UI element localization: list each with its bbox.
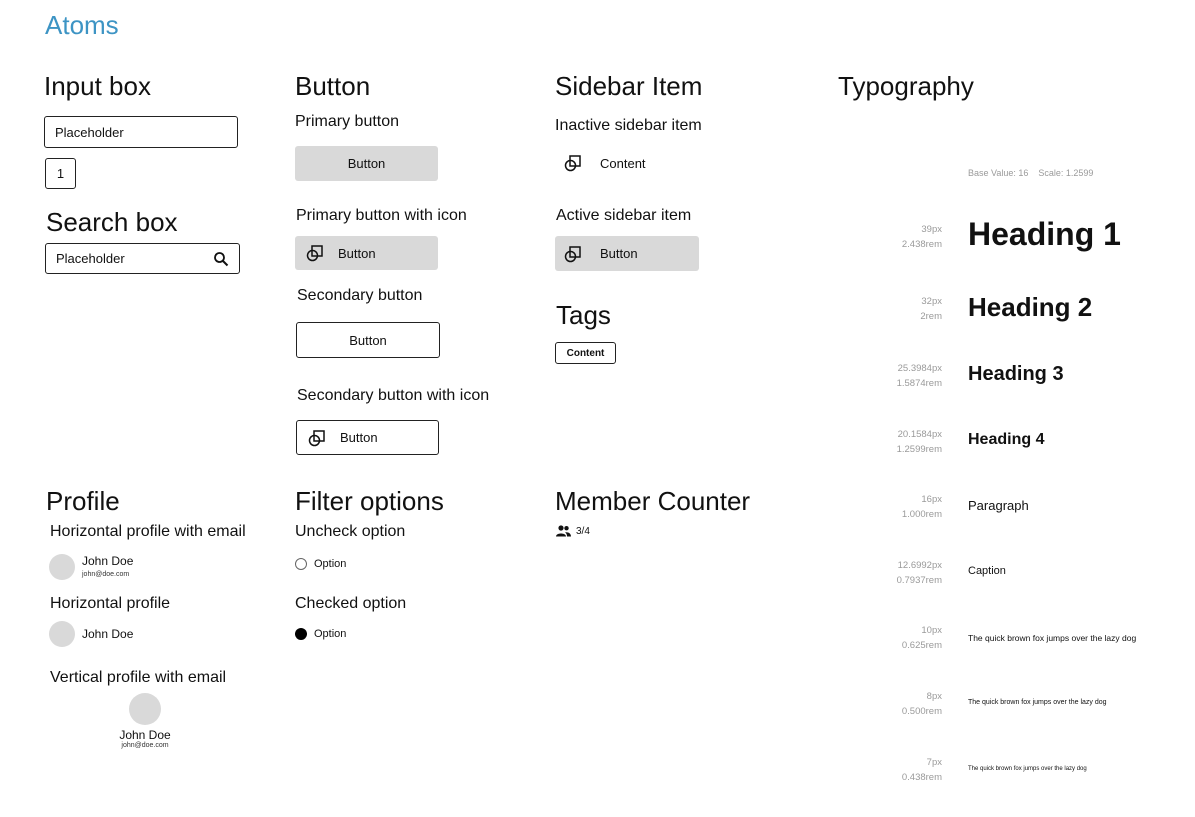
secondary-icon-button[interactable]: Button [296, 420, 439, 455]
secondary-button-label: Secondary button [297, 287, 423, 304]
typography-sample-h1: Heading 1 [968, 216, 1121, 252]
input-box-title: Input box [44, 71, 151, 101]
typography-sample-7px: The quick brown fox jumps over the lazy … [968, 766, 1087, 772]
typography-title: Typography [838, 71, 974, 101]
typography-size-8px: 8px 0.500rem [901, 691, 942, 717]
primary-button[interactable]: Button [295, 146, 438, 181]
profile-title: Profile [46, 486, 120, 516]
primary-icon-button[interactable]: Button [295, 236, 438, 270]
member-counter: 3/4 [556, 525, 590, 537]
primary-icon-button-label: Primary button with icon [296, 207, 467, 224]
primary-button-label: Primary button [295, 113, 400, 130]
typography-size-h1: 39px 2.438rem [901, 224, 942, 250]
typography-sample-8px: The quick brown fox jumps over the lazy … [968, 699, 1107, 706]
primary-button-text: Button [347, 156, 386, 171]
secondary-button[interactable]: Button [296, 322, 440, 358]
typography-size-paragraph: 16px 1.000rem [901, 494, 942, 520]
text-input[interactable]: Placeholder [44, 116, 238, 148]
avatar[interactable] [49, 621, 75, 647]
search-input-placeholder: Placeholder [56, 251, 125, 266]
typography-base-info: Base Value: 16 Scale: 1.2599 [968, 168, 1094, 178]
avatar[interactable] [129, 693, 161, 725]
checked-option-label: Checked option [295, 595, 407, 612]
inactive-sidebar-label: Inactive sidebar item [555, 117, 702, 134]
radio-unchecked-label: Option [314, 558, 347, 570]
typography-size-caption: 12.6992px 0.7937rem [896, 560, 942, 586]
sidebar-item-inactive-label: Content [600, 155, 646, 171]
search-icon[interactable] [213, 251, 229, 267]
typography-sample-h2: Heading 2 [968, 292, 1093, 322]
people-icon [556, 525, 571, 537]
uncheck-option-label: Uncheck option [295, 523, 406, 540]
horizontal-profile-label: Horizontal profile [50, 595, 171, 612]
profile-name: John Doe [82, 627, 134, 641]
vertical-profile-email-label: Vertical profile with email [50, 669, 227, 686]
active-sidebar-label: Active sidebar item [556, 207, 692, 224]
tag[interactable]: Content [555, 342, 616, 364]
typography-sample-caption: Caption [968, 565, 1006, 577]
shape-icon [564, 245, 582, 263]
shape-icon [308, 429, 326, 447]
button-title: Button [295, 71, 371, 101]
tag-label: Content [566, 347, 605, 359]
sidebar-item-title: Sidebar Item [555, 71, 703, 101]
member-counter-title: Member Counter [555, 486, 751, 516]
avatar[interactable] [49, 554, 75, 580]
sidebar-item-active-label: Button [600, 246, 638, 261]
secondary-button-text: Button [349, 332, 387, 348]
primary-icon-button-text: Button [338, 245, 376, 261]
shape-icon [564, 154, 582, 172]
page-title: Atoms [45, 10, 119, 40]
typography-size-10px: 10px 0.625rem [901, 625, 942, 651]
sidebar-item-active[interactable]: Button [555, 236, 699, 271]
search-box-title: Search box [46, 207, 178, 237]
typography-size-h3: 25.3984px 1.5874rem [896, 363, 942, 389]
profile-email: john@doe.com [121, 742, 169, 749]
horizontal-profile-email-label: Horizontal profile with email [50, 523, 246, 540]
profile-name: John Doe [82, 554, 134, 568]
sidebar-item-inactive[interactable]: Content [555, 146, 698, 180]
text-input-placeholder: Placeholder [55, 124, 124, 140]
typography-sample-h3: Heading 3 [968, 363, 1064, 385]
shape-icon [306, 244, 324, 262]
radio-unchecked[interactable] [295, 558, 307, 570]
typography-sample-h4: Heading 4 [968, 431, 1045, 448]
radio-checked-label: Option [314, 628, 347, 640]
filter-options-title: Filter options [295, 486, 444, 516]
tags-title: Tags [556, 300, 611, 330]
typography-size-h2: 32px 2rem [920, 296, 942, 322]
typography-size-h4: 20.1584px 1.2599rem [896, 429, 942, 455]
profile-email: john@doe.com [82, 571, 130, 578]
typography-sample-10px: The quick brown fox jumps over the lazy … [968, 633, 1137, 643]
search-input[interactable]: Placeholder [45, 243, 240, 274]
secondary-icon-button-text: Button [340, 430, 378, 445]
typography-sample-paragraph: Paragraph [968, 498, 1029, 513]
number-input-value: 1 [56, 166, 65, 181]
typography-size-7px: 7px 0.438rem [901, 757, 942, 783]
profile-name: John Doe [119, 728, 171, 742]
secondary-icon-button-label: Secondary button with icon [297, 387, 490, 404]
radio-checked[interactable] [295, 628, 307, 640]
member-counter-value: 3/4 [576, 525, 590, 537]
number-input[interactable]: 1 [45, 158, 76, 189]
